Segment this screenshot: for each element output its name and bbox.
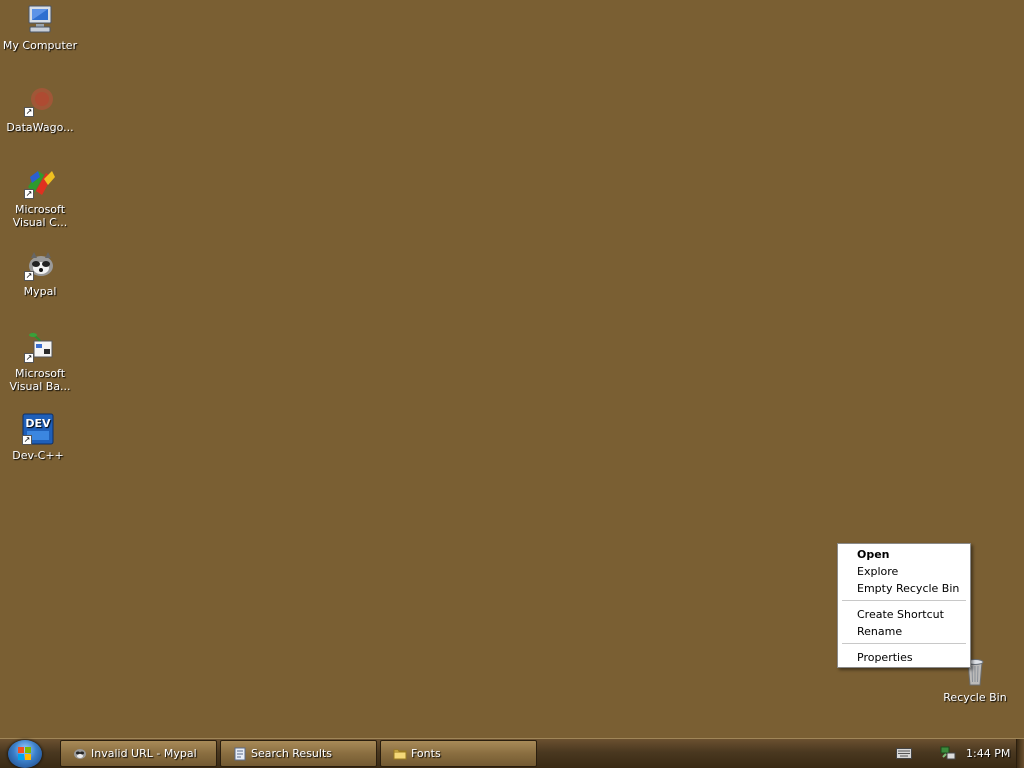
windows-start-icon bbox=[18, 747, 31, 760]
menu-item-open[interactable]: Open bbox=[840, 546, 968, 563]
taskbar-button-label: Search Results bbox=[251, 747, 333, 760]
menu-item-empty-recycle-bin[interactable]: Empty Recycle Bin bbox=[840, 580, 968, 597]
taskbar-button-label: Fonts bbox=[411, 747, 441, 760]
svg-text:DEV: DEV bbox=[25, 417, 51, 430]
desktop-icon-label: Microsoft Visual Ba... bbox=[9, 367, 71, 393]
desktop-icon-visual-cpp[interactable]: ↗ Microsoft Visual C... bbox=[0, 167, 80, 229]
keyboard-icon[interactable] bbox=[896, 748, 912, 759]
menu-separator bbox=[842, 600, 966, 601]
menu-item-explore[interactable]: Explore bbox=[840, 563, 968, 580]
desktop-icon-mypal[interactable]: ↗ Mypal bbox=[0, 249, 80, 298]
desktop-icon-datawagon[interactable]: ↗ DataWago... bbox=[0, 85, 80, 134]
dev-cpp-icon: DEV ↗ bbox=[22, 413, 54, 445]
folder-icon bbox=[393, 749, 407, 760]
menu-item-properties[interactable]: Properties bbox=[840, 649, 968, 666]
menu-item-rename[interactable]: Rename bbox=[840, 623, 968, 640]
shortcut-arrow-icon: ↗ bbox=[24, 271, 34, 281]
network-icon[interactable] bbox=[940, 746, 956, 761]
desktop-icon-label: Dev-C++ bbox=[12, 449, 64, 462]
taskbar-button-label: Invalid URL - Mypal bbox=[91, 747, 197, 760]
shortcut-arrow-icon: ↗ bbox=[24, 107, 34, 117]
taskbar-button-search-results[interactable]: Search Results bbox=[220, 740, 377, 767]
desktop-icon-label: My Computer bbox=[2, 39, 78, 52]
shortcut-arrow-icon: ↗ bbox=[24, 353, 34, 363]
visual-basic-icon: ↗ bbox=[24, 331, 56, 363]
datawagon-icon: ↗ bbox=[24, 85, 56, 117]
mypal-icon bbox=[74, 749, 86, 759]
context-menu: Open Explore Empty Recycle Bin Create Sh… bbox=[837, 543, 971, 668]
desktop-icon-dev-cpp[interactable]: DEV ↗ Dev-C++ bbox=[0, 413, 78, 462]
desktop-icon-label: Recycle Bin bbox=[943, 691, 1007, 704]
visual-cpp-icon: ↗ bbox=[24, 167, 56, 199]
desktop[interactable]: My Computer ↗ DataWago... ↗ Microsoft Vi… bbox=[0, 0, 1024, 738]
my-computer-icon bbox=[24, 3, 56, 35]
desktop-icon-label: Mypal bbox=[23, 285, 57, 298]
desktop-icon-label: Microsoft Visual C... bbox=[12, 203, 68, 229]
menu-separator bbox=[842, 643, 966, 644]
taskbar: Invalid URL - Mypal Search Results Fonts bbox=[0, 738, 1024, 768]
desktop-icon-label: DataWago... bbox=[6, 121, 74, 134]
start-button[interactable] bbox=[8, 740, 42, 768]
desktop-icon-visual-basic[interactable]: ↗ Microsoft Visual Ba... bbox=[0, 331, 80, 393]
mypal-icon: ↗ bbox=[24, 249, 56, 281]
taskbar-button-mypal[interactable]: Invalid URL - Mypal bbox=[60, 740, 217, 767]
system-tray: 1:44 PM bbox=[880, 739, 1016, 768]
clock[interactable]: 1:44 PM bbox=[966, 739, 1010, 768]
desktop-icon-my-computer[interactable]: My Computer bbox=[0, 3, 80, 52]
shortcut-arrow-icon: ↗ bbox=[24, 189, 34, 199]
search-results-icon bbox=[234, 747, 246, 761]
menu-item-create-shortcut[interactable]: Create Shortcut bbox=[840, 606, 968, 623]
show-desktop-button[interactable] bbox=[1016, 739, 1024, 768]
shortcut-arrow-icon: ↗ bbox=[22, 435, 32, 445]
taskbar-button-fonts[interactable]: Fonts bbox=[380, 740, 537, 767]
